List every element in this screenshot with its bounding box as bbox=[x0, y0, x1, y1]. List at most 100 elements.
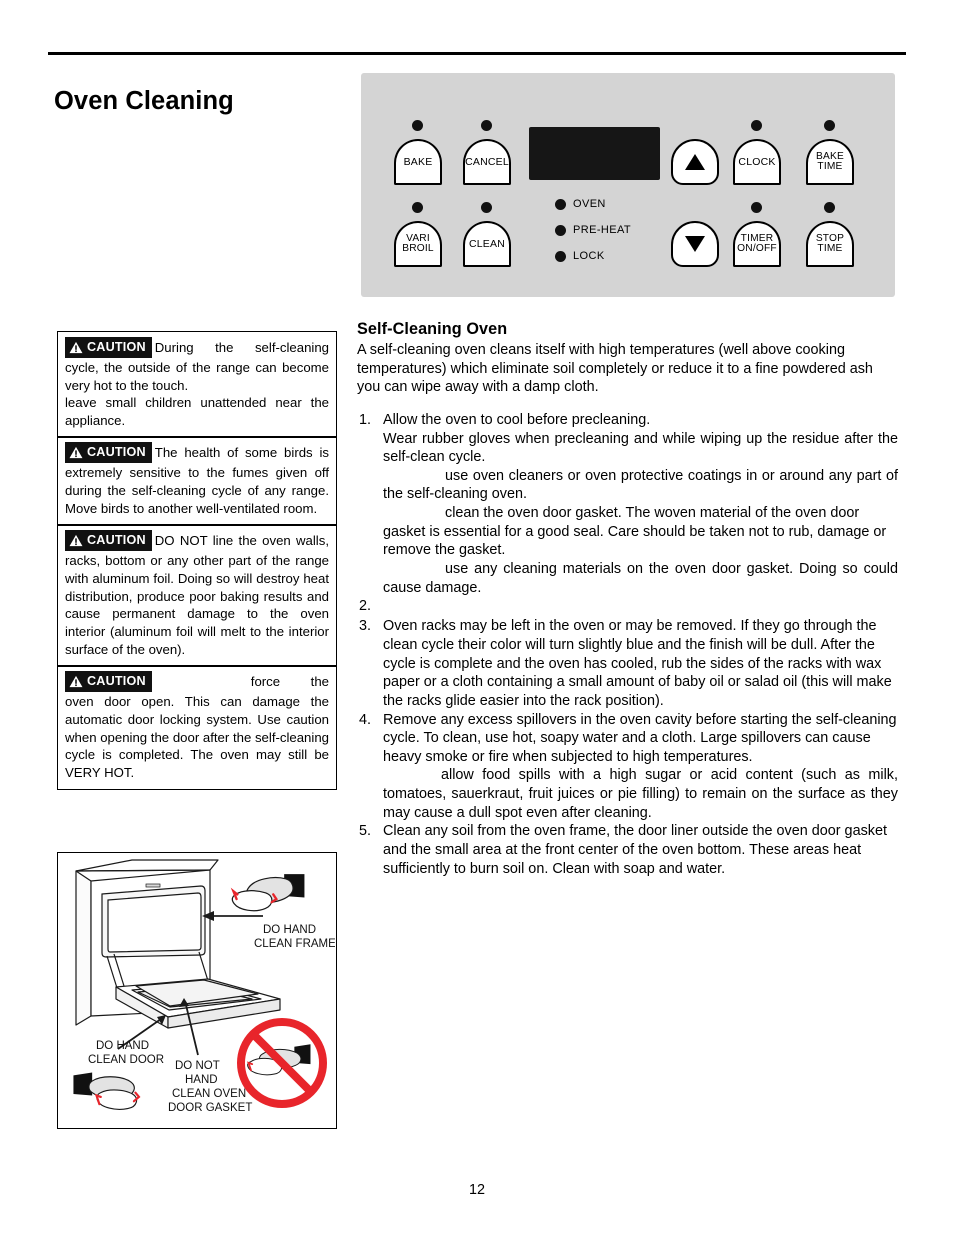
step-1-paragraph-1: Allow the oven to cool before precleanin… bbox=[383, 411, 651, 428]
stop-time-button-label-2: TIME bbox=[817, 243, 843, 254]
callout-gasket-line2: HAND bbox=[185, 1074, 218, 1086]
step-body: Oven racks may be left in the oven or ma… bbox=[383, 617, 898, 710]
pre-heat-indicator-label: PRE-HEAT bbox=[573, 224, 632, 236]
indicator-pre-heat: PRE-HEAT bbox=[555, 224, 631, 236]
clean-button[interactable]: CLEAN bbox=[463, 221, 511, 267]
caution-box-hot-surface: CAUTION During the self-cleaning cycle, t… bbox=[57, 331, 337, 438]
vari-broil-button-label-2: BROIL bbox=[402, 243, 434, 254]
vari-broil-led-icon bbox=[412, 202, 423, 213]
no-hand-clean-gasket-icon bbox=[237, 1018, 327, 1108]
oven-cleaning-illustration: DO HAND CLEAN FRAME DO HAND CLEAN DOOR D… bbox=[57, 852, 337, 1129]
indicator-oven: OVEN bbox=[555, 198, 606, 210]
oven-display-screen bbox=[529, 127, 660, 180]
step-4-paragraph-2-text: allow food spills with a high sugar or a… bbox=[383, 767, 898, 821]
cancel-button-label: CANCEL bbox=[465, 155, 509, 168]
clock-button-label: CLOCK bbox=[738, 155, 776, 168]
stop-time-button[interactable]: STOP TIME bbox=[806, 221, 854, 267]
callout-gasket-line1: DO NOT bbox=[175, 1060, 220, 1072]
lock-indicator-icon bbox=[555, 250, 566, 262]
vari-broil-button[interactable]: VARI BROIL bbox=[394, 221, 442, 267]
main-content: Self-Cleaning Oven A self-cleaning oven … bbox=[357, 320, 898, 878]
warning-triangle-icon bbox=[69, 534, 83, 547]
bake-time-button-label-2: TIME bbox=[817, 161, 843, 172]
list-item: 3. Oven racks may be left in the oven or… bbox=[357, 617, 898, 710]
oven-indicator-label: OVEN bbox=[573, 198, 606, 210]
step-body: Allow the oven to cool before precleanin… bbox=[383, 411, 898, 597]
up-arrow-button[interactable] bbox=[671, 139, 719, 185]
callout-gasket-line4: DOOR GASKET bbox=[168, 1102, 252, 1114]
clock-button[interactable]: CLOCK bbox=[733, 139, 781, 185]
caution-box-door-force: CAUTION force the oven door open. This ca… bbox=[57, 665, 337, 790]
stop-time-led-icon bbox=[824, 202, 835, 213]
timer-led-icon bbox=[751, 202, 762, 213]
step-4-paragraph-2: allow food spills with a high sugar or a… bbox=[383, 766, 898, 822]
timer-button-label-2: ON/OFF bbox=[737, 243, 777, 254]
list-item: 1. Allow the oven to cool before preclea… bbox=[357, 411, 898, 597]
hand-clean-door-icon bbox=[73, 1072, 141, 1110]
step-5-paragraph-1: Clean any soil from the oven frame, the … bbox=[383, 823, 887, 877]
bake-led-icon bbox=[412, 120, 423, 131]
caution-text-aluminum-foil: CAUTION DO NOT line the oven walls, racks… bbox=[65, 530, 329, 658]
down-arrow-button[interactable] bbox=[671, 221, 719, 267]
step-number: 2. bbox=[359, 598, 372, 615]
caution-badge-label: CAUTION bbox=[87, 533, 146, 548]
caution-badge: CAUTION bbox=[65, 671, 152, 692]
step-4-paragraph-1: Remove any excess spillovers in the oven… bbox=[383, 711, 897, 765]
oven-diagram-svg: DO HAND CLEAN FRAME DO HAND CLEAN DOOR D… bbox=[73, 859, 336, 1114]
warning-triangle-icon bbox=[69, 675, 83, 688]
bake-button-label: BAKE bbox=[403, 155, 433, 168]
caution-badge: CAUTION bbox=[65, 442, 152, 464]
step-number: 1. bbox=[359, 411, 372, 428]
hand-clean-frame-icon bbox=[230, 874, 305, 912]
caution-body-hot-surface-2: leave small children unattended near the… bbox=[65, 395, 329, 429]
caution-notices: CAUTION During the self-cleaning cycle, t… bbox=[57, 331, 337, 790]
steps-list: 1. Allow the oven to cool before preclea… bbox=[357, 411, 898, 878]
section-intro: A self-cleaning oven cleans itself with … bbox=[357, 342, 873, 396]
page-number: 12 bbox=[468, 1182, 485, 1198]
warning-triangle-icon bbox=[69, 341, 83, 354]
step-number: 5. bbox=[359, 823, 372, 840]
section-heading: Self-Cleaning Oven bbox=[357, 320, 508, 338]
step-1-paragraph-3-text: use oven cleaners or oven protective coa… bbox=[383, 467, 898, 503]
step-1-paragraph-3: use oven cleaners or oven protective coa… bbox=[383, 467, 898, 504]
bake-time-led-icon bbox=[824, 120, 835, 131]
cancel-led-icon bbox=[481, 120, 492, 131]
triangle-up-icon bbox=[685, 154, 705, 170]
lock-indicator-label: LOCK bbox=[573, 250, 605, 262]
bake-button[interactable]: BAKE bbox=[394, 139, 442, 185]
callout-door-line2: CLEAN DOOR bbox=[88, 1054, 164, 1066]
step-1-paragraph-4-text: clean the oven door gasket. The woven ma… bbox=[383, 505, 887, 559]
callout-frame-arrow bbox=[202, 911, 263, 921]
caution-badge-label: CAUTION bbox=[87, 340, 146, 354]
step-body: Clean any soil from the oven frame, the … bbox=[383, 822, 898, 878]
step-number: 4. bbox=[359, 711, 372, 728]
cancel-button[interactable]: CANCEL bbox=[463, 139, 511, 185]
pre-heat-indicator-icon bbox=[555, 224, 566, 236]
list-item: 2. bbox=[357, 597, 898, 617]
step-1-paragraph-5: use any cleaning materials on the oven d… bbox=[383, 560, 898, 597]
triangle-down-icon bbox=[685, 236, 705, 252]
timer-on-off-button[interactable]: TIMER ON/OFF bbox=[733, 221, 781, 267]
caution-body-aluminum-foil: DO NOT line the oven walls, racks, botto… bbox=[65, 533, 329, 657]
list-item: 5. Clean any soil from the oven frame, t… bbox=[357, 822, 898, 878]
clock-led-icon bbox=[751, 120, 762, 131]
caution-badge-label: CAUTION bbox=[87, 445, 146, 460]
caution-text-birds: CAUTION The health of some birds is extre… bbox=[65, 442, 329, 517]
step-1-paragraph-2: Wear rubber gloves when precleaning and … bbox=[383, 430, 898, 466]
callout-frame-line2: CLEAN FRAME bbox=[254, 938, 335, 950]
oven-indicator-icon bbox=[555, 198, 566, 210]
list-item: 4. Remove any excess spillovers in the o… bbox=[357, 711, 898, 823]
indicator-lock: LOCK bbox=[555, 250, 605, 262]
caution-box-aluminum-foil: CAUTION DO NOT line the oven walls, racks… bbox=[57, 524, 337, 667]
step-3-paragraph-1: Oven racks may be left in the oven or ma… bbox=[383, 618, 892, 709]
caution-badge-label: CAUTION bbox=[87, 674, 146, 689]
callout-frame-line1: DO HAND bbox=[263, 924, 316, 936]
step-body: Remove any excess spillovers in the oven… bbox=[383, 711, 898, 823]
callout-gasket-line3: CLEAN OVEN bbox=[172, 1088, 246, 1100]
step-body bbox=[383, 597, 898, 617]
page-title: Oven Cleaning bbox=[54, 87, 234, 116]
clean-led-icon bbox=[481, 202, 492, 213]
clean-button-label: CLEAN bbox=[468, 237, 505, 250]
bake-time-button[interactable]: BAKE TIME bbox=[806, 139, 854, 185]
callout-door-line1: DO HAND bbox=[96, 1040, 149, 1052]
